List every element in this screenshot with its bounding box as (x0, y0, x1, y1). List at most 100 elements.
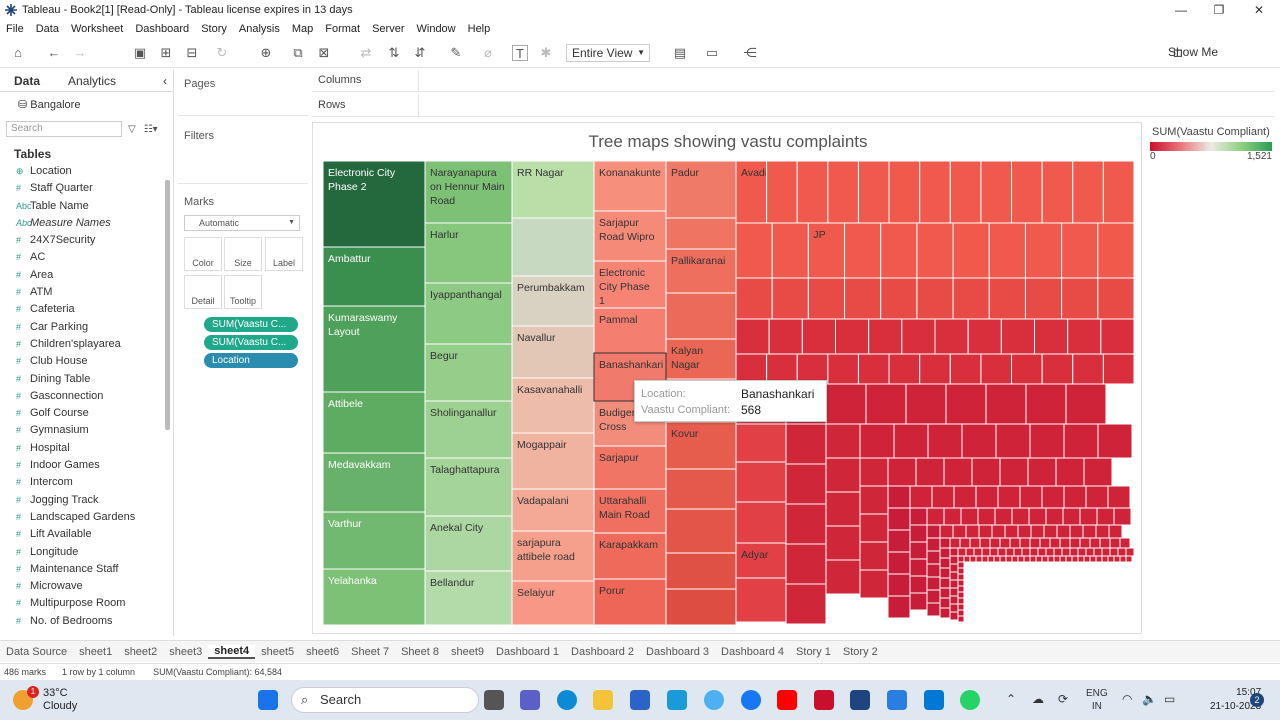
facebook-icon[interactable] (741, 690, 761, 710)
treemap-cell[interactable] (1109, 537, 1121, 549)
treemap-cell[interactable] (939, 607, 951, 619)
field-item[interactable]: # Club House (0, 353, 173, 370)
sheet-tab[interactable]: sheet5 (255, 646, 300, 658)
treemap-cell[interactable] (973, 547, 983, 557)
treemap-cell[interactable] (825, 423, 861, 459)
treemap-cell[interactable] (989, 547, 999, 557)
app-icon[interactable] (667, 690, 687, 710)
filters-card[interactable]: Filters (178, 124, 308, 184)
treemap-cell[interactable] (1019, 537, 1031, 549)
treemap-cell[interactable] (1077, 555, 1085, 563)
treemap-cell[interactable] (1089, 555, 1097, 563)
treemap-cell[interactable] (735, 461, 787, 503)
field-item[interactable]: # Gymnasium (0, 422, 173, 439)
treemap-cell[interactable] (1037, 547, 1047, 557)
treemap-cell[interactable] (931, 485, 955, 509)
tab-analytics[interactable]: Analytics (54, 70, 130, 91)
treemap-cell[interactable] (1107, 555, 1115, 563)
treemap-cell[interactable] (1061, 222, 1099, 279)
treemap-cell[interactable] (949, 563, 959, 573)
treemap-cell[interactable] (939, 567, 951, 579)
treemap-cell[interactable] (1095, 555, 1103, 563)
treemap-cell[interactable] (1101, 547, 1111, 557)
field-item[interactable]: # Indoor Games (0, 457, 173, 474)
size-pill[interactable]: SUM(Vaastu C... (204, 317, 298, 332)
treemap-cell[interactable] (959, 537, 971, 549)
sheet-tab[interactable]: Data Source (0, 646, 73, 658)
sheet-tab[interactable]: sheet4 (208, 644, 256, 659)
treemap-cell[interactable] (857, 353, 890, 385)
menu-item-server[interactable]: Server (366, 23, 410, 35)
field-item[interactable]: # Children'splayarea (0, 336, 173, 353)
treemap-cell[interactable] (1035, 555, 1043, 563)
treemap-cell[interactable] (952, 222, 990, 279)
treemap-cell[interactable] (735, 222, 773, 279)
treemap-cell[interactable] (967, 318, 1002, 355)
field-item[interactable]: # Hospital (0, 440, 173, 457)
filter-icon[interactable]: ▽ (128, 124, 136, 135)
treemap-cell[interactable] (1019, 485, 1043, 509)
edge-icon[interactable] (557, 690, 577, 710)
treemap-cell[interactable] (1005, 547, 1015, 557)
treemap-cell[interactable] (1069, 547, 1079, 557)
treemap-cell[interactable] (1041, 353, 1074, 385)
treemap-cell[interactable] (1056, 524, 1071, 539)
treemap-cell[interactable] (987, 555, 995, 563)
treemap-cell[interactable] (1097, 222, 1135, 279)
treemap-cell[interactable] (1053, 547, 1063, 557)
detail-button[interactable]: Detail (184, 275, 222, 309)
size-button[interactable]: Size (224, 237, 262, 271)
treemap-cell[interactable] (665, 508, 737, 554)
collapse-icon[interactable]: ‹ (157, 70, 173, 91)
treemap-cell[interactable] (905, 383, 947, 425)
treemap-cell[interactable] (1107, 485, 1131, 509)
treemap-cell[interactable] (1085, 485, 1109, 509)
treemap-cell[interactable] (887, 573, 911, 597)
treemap-cell[interactable] (1108, 524, 1123, 539)
treemap-cell[interactable] (901, 318, 936, 355)
new-worksheet-icon[interactable]: ⊕ (258, 45, 274, 61)
store-icon[interactable] (630, 690, 650, 710)
sheet-tab[interactable]: Story 2 (837, 646, 884, 658)
treemap-cell[interactable] (827, 353, 859, 385)
treemap-cell[interactable] (1059, 555, 1067, 563)
whatsapp-icon[interactable] (960, 690, 980, 710)
field-item[interactable]: # Maintenance Staff (0, 561, 173, 578)
treemap-cell[interactable] (1017, 555, 1025, 563)
treemap-cell[interactable] (1055, 457, 1085, 487)
treemap-cell[interactable] (939, 557, 951, 569)
treemap-cell[interactable] (1117, 547, 1127, 557)
menu-item-analysis[interactable]: Analysis (233, 23, 286, 35)
treemap-cell[interactable] (957, 591, 965, 599)
field-item[interactable]: # Jogging Track (0, 492, 173, 509)
treemap-cell[interactable] (1109, 547, 1119, 557)
treemap-cell[interactable] (939, 537, 951, 549)
treemap-cell[interactable] (1011, 353, 1043, 385)
clear-sheet-icon[interactable]: ⊠ (316, 45, 332, 61)
treemap-cell[interactable] (665, 552, 737, 590)
new-datasource-icon[interactable]: ⊞ (158, 45, 174, 61)
treemap-cell[interactable] (1099, 537, 1111, 549)
battery-icon[interactable]: ▭ (1164, 692, 1175, 706)
treemap-cell[interactable] (1102, 353, 1135, 385)
treemap-cell[interactable] (735, 577, 787, 623)
treemap-cell[interactable] (766, 161, 798, 224)
field-item[interactable]: AbcTable Name (0, 198, 173, 215)
treemap-cell[interactable] (893, 423, 929, 459)
treemap-cell[interactable] (1065, 383, 1107, 425)
tooltip-button[interactable]: Tooltip (224, 275, 262, 309)
treemap-cell[interactable] (807, 277, 846, 320)
treemap-cell[interactable] (957, 585, 965, 593)
color-pill[interactable]: SUM(Vaastu C... (204, 335, 298, 350)
treemap-cell[interactable] (665, 588, 737, 625)
treemap-cell[interactable] (859, 423, 895, 459)
start-icon[interactable] (258, 690, 278, 710)
treemap-cell[interactable] (1125, 547, 1135, 557)
treemap-cell[interactable] (949, 555, 959, 565)
treemap-cell[interactable] (1039, 537, 1051, 549)
rows-shelf[interactable]: Rows (312, 95, 1274, 117)
treemap-cell[interactable] (1093, 547, 1103, 557)
treemap-cell[interactable] (927, 423, 963, 459)
treemap-cell[interactable] (949, 353, 982, 385)
sheet-tab[interactable]: Dashboard 1 (490, 646, 565, 658)
